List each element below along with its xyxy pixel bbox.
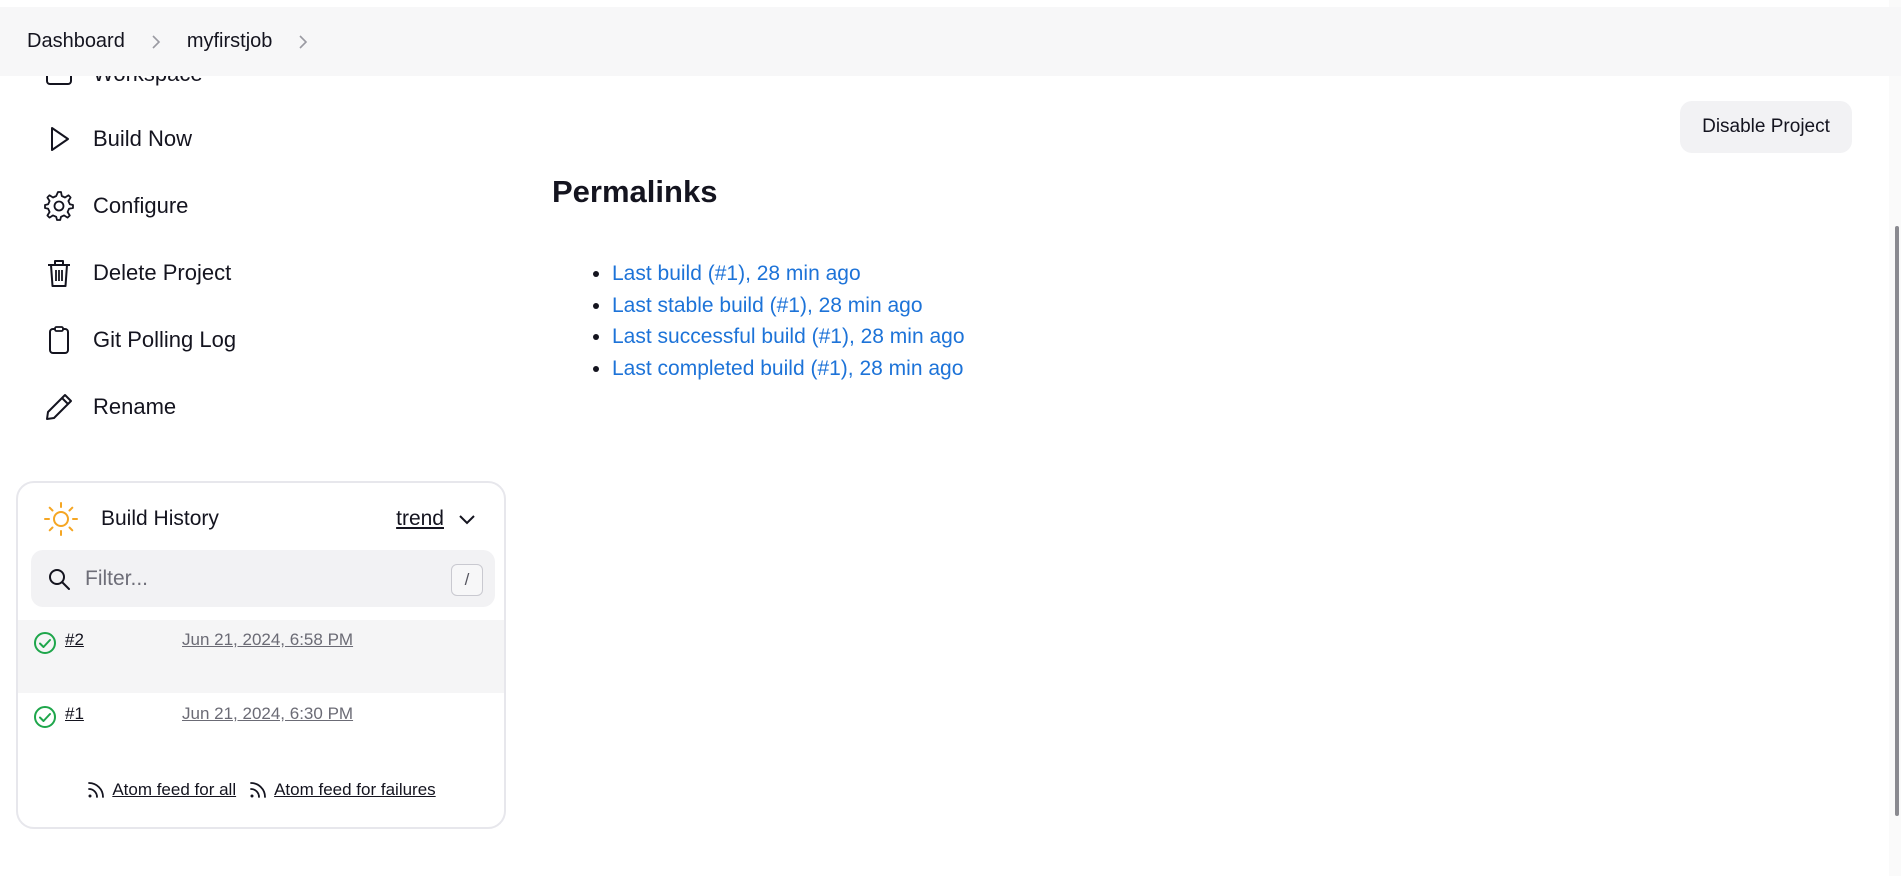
list-item: Last build (#1), 28 min ago	[612, 258, 965, 290]
build-history-panel: Build History trend / #2 Jun 21, 2024, 6…	[16, 481, 506, 829]
atom-feed-failures-label: Atom feed for failures	[274, 780, 436, 799]
filter-input[interactable]	[83, 565, 417, 592]
build-number-link[interactable]: #2	[65, 630, 84, 650]
play-icon	[40, 120, 78, 158]
atom-feed-all-link[interactable]: Atom feed for all	[86, 780, 236, 800]
sidebar-item-label: Build Now	[93, 126, 193, 151]
atom-feeds: Atom feed for all Atom feed for failures	[18, 780, 504, 800]
sidebar-item-label: Configure	[93, 193, 189, 218]
atom-feed-all-label: Atom feed for all	[112, 780, 237, 799]
build-filter[interactable]: /	[31, 550, 495, 607]
permalink-last-successful-build[interactable]: Last successful build (#1), 28 min ago	[612, 325, 965, 348]
trend-link[interactable]: trend	[396, 507, 444, 531]
scrollbar-thumb[interactable]	[1895, 226, 1899, 816]
build-date-link[interactable]: Jun 21, 2024, 6:58 PM	[182, 630, 353, 650]
build-history-title: Build History	[101, 507, 219, 530]
sidebar-item-label: Delete Project	[93, 260, 232, 285]
sidebar-item-label: Rename	[93, 394, 177, 419]
keyboard-shortcut-badge: /	[451, 564, 483, 596]
gear-icon	[40, 187, 78, 225]
permalink-last-build[interactable]: Last build (#1), 28 min ago	[612, 262, 861, 285]
breadcrumb: Dashboard myfirstjob	[0, 7, 1901, 76]
sidebar-item-label: Git Polling Log	[93, 327, 237, 352]
disable-project-button[interactable]: Disable Project	[1680, 101, 1852, 153]
sidebar-item-delete-project[interactable]: Delete Project	[40, 251, 231, 295]
build-date-link[interactable]: Jun 21, 2024, 6:30 PM	[182, 704, 353, 724]
atom-feed-failures-link[interactable]: Atom feed for failures	[248, 780, 436, 800]
sidebar-item-git-polling-log[interactable]: Git Polling Log	[40, 318, 236, 362]
chevron-right-icon[interactable]	[290, 29, 316, 55]
breadcrumb-myfirstjob[interactable]: myfirstjob	[187, 30, 273, 53]
rss-icon	[250, 782, 266, 798]
list-item: Last stable build (#1), 28 min ago	[612, 290, 965, 322]
clipboard-icon	[40, 321, 78, 359]
chevron-right-icon[interactable]	[143, 29, 169, 55]
search-icon	[45, 565, 73, 593]
rss-icon	[88, 782, 105, 798]
build-row[interactable]: #2 Jun 21, 2024, 6:58 PM	[18, 620, 504, 693]
permalink-last-stable-build[interactable]: Last stable build (#1), 28 min ago	[612, 294, 923, 317]
build-number-link[interactable]: #1	[65, 704, 84, 724]
chevron-down-icon[interactable]	[454, 506, 480, 532]
trash-icon	[40, 254, 78, 292]
sun-icon	[42, 500, 80, 538]
list-item: Last completed build (#1), 28 min ago	[612, 353, 965, 385]
pencil-icon	[40, 388, 78, 426]
sidebar-item-configure[interactable]: Configure	[40, 184, 188, 228]
sidebar-item-build-now[interactable]: Build Now	[40, 117, 192, 161]
permalink-last-completed-build[interactable]: Last completed build (#1), 28 min ago	[612, 357, 963, 380]
list-item: Last successful build (#1), 28 min ago	[612, 321, 965, 353]
success-check-icon	[34, 632, 56, 654]
success-check-icon	[34, 706, 56, 728]
permalinks-list: Last build (#1), 28 min ago Last stable …	[562, 258, 965, 384]
permalinks-heading: Permalinks	[552, 174, 718, 209]
build-row[interactable]: #1 Jun 21, 2024, 6:30 PM	[18, 694, 504, 767]
sidebar-item-rename[interactable]: Rename	[40, 385, 176, 429]
build-history-header: Build History trend	[42, 497, 480, 541]
breadcrumb-dashboard[interactable]: Dashboard	[27, 30, 125, 53]
